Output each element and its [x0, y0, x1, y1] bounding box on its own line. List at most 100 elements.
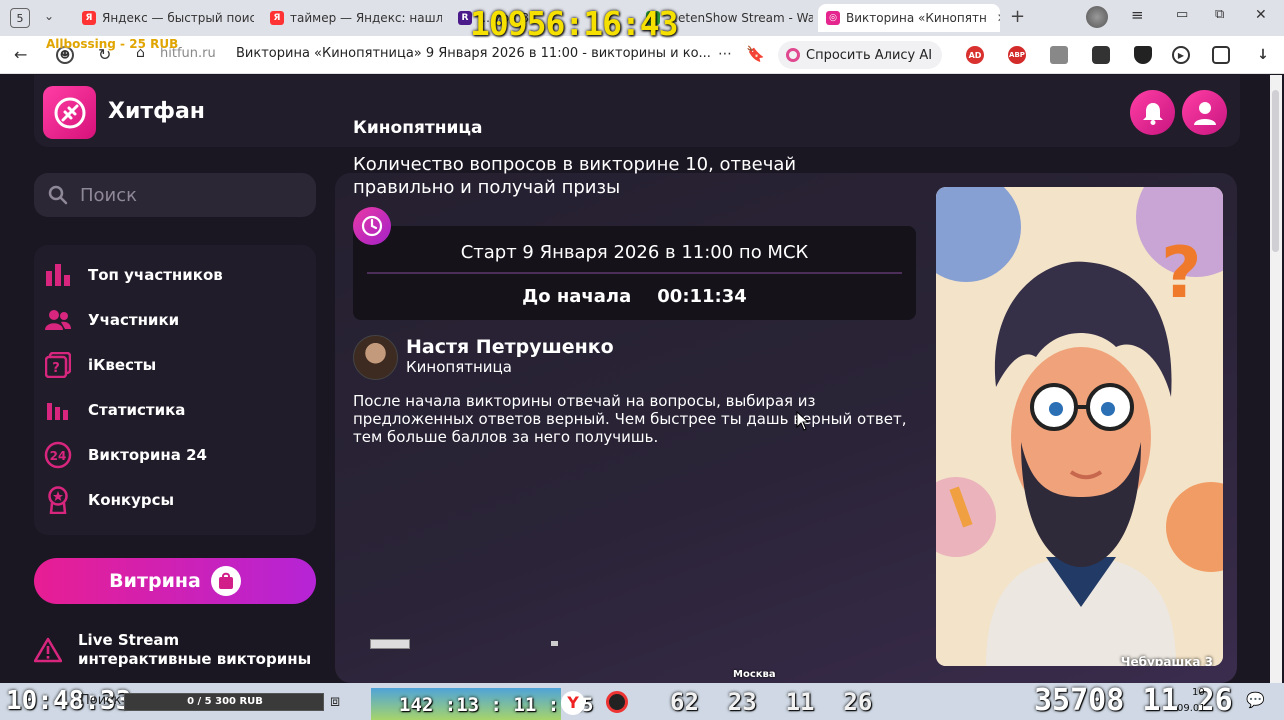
host-name[interactable]: Настя Петрушенко — [406, 336, 614, 358]
live-stream-subtitle: интерактивные викторины — [78, 650, 312, 668]
stats-icon — [44, 396, 72, 424]
countdown-value: 00:11:34 — [657, 286, 747, 307]
stream-timer-overlay: 10956:16:43 — [470, 4, 679, 43]
users-icon — [44, 306, 72, 334]
url-title[interactable]: Викторина «Кинопятница» 9 Января 2026 в … — [236, 46, 711, 61]
sidebar-item-contests[interactable]: Конкурсы — [44, 485, 174, 515]
screen-icon[interactable] — [1050, 46, 1068, 64]
sidebar-item-top[interactable]: Топ участников — [44, 260, 223, 290]
hitfun-icon: ◎ — [826, 11, 840, 25]
sidebar-menu: Топ участников Участники ? iКвесты Стати… — [34, 245, 316, 535]
tab-title: …etenShow Stream - Wa — [666, 11, 813, 25]
bookmark-icon[interactable]: 🔖 — [746, 45, 765, 63]
page-content: Хитфан Поиск Топ участников Участники ? … — [0, 75, 1284, 683]
small-link — [370, 639, 410, 649]
live-stream-link[interactable]: Live Stream интерактивные викторины — [34, 631, 311, 669]
live-stream-title: Live Stream — [78, 631, 180, 649]
yandex-icon: Я — [82, 11, 96, 25]
taskbar-search[interactable]: Поиск — [80, 693, 121, 708]
clock-icon — [353, 207, 391, 245]
donation-progress-text: 0 / 5 300 RUB — [187, 696, 263, 707]
svg-text:?: ? — [52, 361, 60, 376]
illustration-caption: Чебурашка 3 — [1120, 655, 1213, 666]
puzzle-icon[interactable] — [1212, 46, 1230, 64]
search-placeholder: Поиск — [80, 184, 138, 206]
city-label: Москва — [733, 669, 776, 680]
hitfun-logo-icon[interactable] — [43, 86, 96, 139]
search-icon — [48, 185, 68, 205]
profile-button[interactable] — [1182, 90, 1227, 135]
more-icon[interactable]: ⋯ — [718, 46, 732, 62]
small-dot — [551, 641, 558, 646]
tab-title: таймер — Яндекс: нашлось — [290, 11, 442, 25]
quest-icon: ? — [44, 351, 72, 379]
sidebar-item-label: Топ участников — [88, 266, 223, 284]
bar-chart-icon — [44, 261, 72, 289]
quiz-title: Кинопятница — [353, 118, 483, 138]
ad-icon[interactable]: AD — [966, 46, 984, 64]
sidebar-item-quiz24[interactable]: 24 Викторина 24 — [44, 440, 207, 470]
abp-icon[interactable]: ABP — [1008, 46, 1026, 64]
download-icon[interactable]: ↓ — [1254, 46, 1272, 64]
clock-24-icon: 24 — [44, 441, 72, 469]
sidebar-item-label: Участники — [88, 311, 180, 329]
shop-button[interactable]: Витрина — [34, 558, 316, 604]
tab-title: Викторина «Кинопятн — [846, 11, 987, 25]
profile-avatar[interactable] — [1086, 6, 1108, 28]
alice-icon — [786, 48, 800, 62]
donation-overlay: Allbossing - 25 RUB — [46, 37, 179, 51]
countdown-label: До начала — [522, 286, 632, 307]
sidebar-item-stats[interactable]: Статистика — [44, 395, 185, 425]
countdown-row: До начала 00:11:34 — [353, 286, 916, 307]
clock-24-text: 24 — [50, 449, 67, 463]
scrollbar-thumb[interactable] — [1272, 90, 1279, 252]
task-view-icon[interactable]: ⧈ — [330, 691, 340, 711]
tab-list-chevron-icon[interactable]: ⌄ — [44, 9, 54, 23]
vpn-icon[interactable] — [1092, 46, 1110, 64]
menu-icon[interactable]: ≡ — [1131, 6, 1144, 24]
alice-label: Спросить Алису AI — [806, 47, 933, 63]
start-datetime: Старт 9 Января 2026 в 11:00 по МСК — [460, 242, 809, 263]
divider — [367, 272, 902, 274]
site-logo-text[interactable]: Хитфан — [108, 99, 205, 124]
close-window-icon[interactable]: ✕ — [1255, 7, 1267, 23]
sidebar-item-users[interactable]: Участники — [44, 305, 179, 335]
yandex-icon: Я — [270, 11, 284, 25]
system-time[interactable]: 10 — [1192, 687, 1205, 698]
shield-icon[interactable] — [1134, 46, 1152, 64]
tab-count: 5 — [16, 11, 24, 25]
yandex-browser-icon[interactable]: Y — [561, 691, 585, 715]
tab-timer-search[interactable]: Я таймер — Яндекс: нашлось — [262, 4, 442, 32]
mouse-cursor — [796, 411, 810, 431]
system-date[interactable]: 09.01 — [1177, 703, 1206, 714]
start-info-box: Старт 9 Января 2026 в 11:00 по МСК До на… — [353, 226, 916, 320]
shopping-bag-icon — [210, 566, 241, 596]
donation-progress-bar: 0 / 5 300 RUB — [124, 693, 324, 711]
new-tab-icon[interactable]: + — [1010, 6, 1025, 27]
notifications-button[interactable] — [1130, 90, 1175, 135]
center-timer-panel: 142 :13 : 11 : 25 — [371, 688, 593, 720]
quiz-rules-text: После начала викторины отвечай на вопрос… — [353, 392, 907, 446]
close-icon[interactable]: ✕ — [997, 11, 1000, 25]
quiz-description: Количество вопросов в викторине 10, отве… — [353, 154, 797, 198]
user-icon — [1193, 101, 1216, 125]
sidebar-item-quests[interactable]: ? iКвесты — [44, 350, 156, 380]
tab-counter[interactable]: 5 — [10, 8, 30, 28]
tab-yandex-search[interactable]: Я Яндекс — быстрый поиск — [74, 4, 254, 32]
ask-alice-button[interactable]: Спросить Алису AI — [778, 41, 943, 69]
search-input[interactable]: Поиск — [34, 173, 316, 217]
sidebar-item-label: Конкурсы — [88, 491, 175, 509]
notifications-icon[interactable]: 💬 — [1246, 691, 1265, 709]
taskbar-search-label: Поиск — [80, 693, 122, 708]
record-app-icon[interactable] — [606, 691, 628, 713]
quiz-illustration: ? Чебурашка 3 — [936, 187, 1223, 666]
tab-hitfun-quiz[interactable]: ◎ Викторина «Кинопятн ✕ — [818, 4, 1000, 32]
sidebar-item-label: Викторина 24 — [88, 446, 207, 464]
host-avatar[interactable] — [353, 335, 398, 380]
maximize-icon[interactable]: ⧉ — [1215, 7, 1224, 22]
tab-title: Яндекс — быстрый поиск — [102, 11, 254, 25]
play-icon[interactable]: ▶ — [1172, 46, 1190, 64]
back-arrow-icon[interactable]: ← — [14, 45, 27, 64]
restore-window-icon[interactable]: ▭ — [1176, 7, 1188, 22]
medal-icon — [44, 486, 72, 514]
